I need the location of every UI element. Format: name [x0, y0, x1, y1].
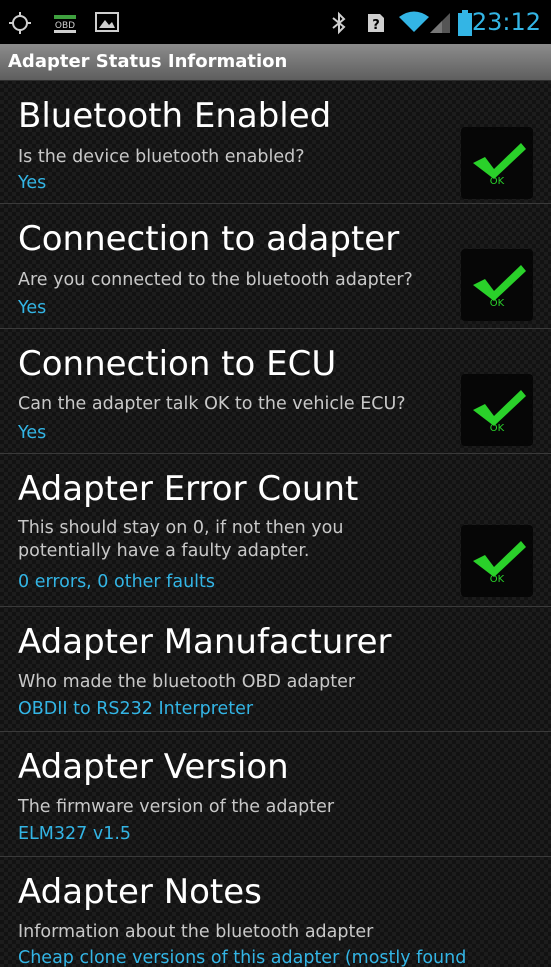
item-description: Can the adapter talk OK to the vehicle E…: [18, 394, 406, 414]
item-description: Information about the bluetooth adapter: [18, 922, 374, 942]
ok-label: OK: [489, 298, 505, 309]
item-description: Who made the bluetooth OBD adapter: [18, 672, 356, 692]
checkmark-icon: [473, 143, 526, 179]
item-title: Adapter Version: [18, 747, 289, 787]
list-item-bluetooth-enabled[interactable]: Bluetooth Enabled Is the device bluetoot…: [0, 81, 551, 204]
item-title: Adapter Notes: [18, 872, 262, 912]
title-bar: Adapter Status Information: [0, 44, 551, 81]
item-description: The firmware version of the adapter: [18, 797, 335, 817]
svg-text:OBD: OBD: [55, 21, 75, 31]
wifi-icon: [399, 11, 429, 32]
svg-text:?: ?: [372, 18, 380, 33]
item-value: Yes: [18, 173, 47, 193]
item-value: 0 errors, 0 other faults: [18, 572, 216, 592]
list-item-adapter-manufacturer[interactable]: Adapter Manufacturer Who made the blueto…: [0, 607, 551, 732]
item-title: Adapter Manufacturer: [18, 622, 392, 662]
obd-icon: OBD: [54, 15, 76, 33]
item-title: Bluetooth Enabled: [18, 96, 332, 136]
list-item-connection-to-ecu[interactable]: Connection to ECU Can the adapter talk O…: [0, 329, 551, 454]
list-item-adapter-version[interactable]: Adapter Version The firmware version of …: [0, 732, 551, 857]
ok-status-icon: OK: [461, 525, 533, 597]
item-description: This should stay on 0, if not then you p…: [18, 518, 344, 561]
item-value: Yes: [18, 298, 47, 318]
status-bar: OBD ? 23:12: [0, 0, 551, 44]
item-description: Are you connected to the bluetooth adapt…: [18, 270, 413, 290]
item-title: Connection to adapter: [18, 219, 400, 259]
ok-label: OK: [489, 423, 505, 434]
image-icon: [95, 12, 119, 32]
ok-label: OK: [489, 574, 505, 585]
item-title: Connection to ECU: [18, 344, 337, 384]
checkmark-icon: [473, 265, 526, 301]
clock: 23:12: [471, 8, 541, 36]
item-value: Yes: [18, 423, 47, 443]
item-title: Adapter Error Count: [18, 469, 359, 509]
item-description: Is the device bluetooth enabled?: [18, 147, 305, 167]
bluetooth-icon: [332, 11, 346, 35]
checkmark-icon: [473, 390, 526, 426]
signal-icon: [430, 13, 450, 33]
ok-status-icon: OK: [461, 374, 533, 446]
unknown-sim-icon: ?: [368, 14, 384, 33]
gps-icon: [9, 12, 31, 34]
battery-icon: [458, 10, 472, 36]
checkmark-icon: [473, 541, 526, 577]
ok-label: OK: [489, 176, 505, 187]
ok-status-icon: OK: [461, 249, 533, 321]
list-item-connection-to-adapter[interactable]: Connection to adapter Are you connected …: [0, 204, 551, 329]
item-value: OBDII to RS232 Interpreter: [18, 699, 254, 719]
page-title: Adapter Status Information: [8, 51, 288, 72]
ok-status-icon: OK: [461, 127, 533, 199]
item-value: ELM327 v1.5: [18, 824, 132, 844]
item-value: Cheap clone versions of this adapter (mo…: [18, 948, 467, 967]
list-item-adapter-notes[interactable]: Adapter Notes Information about the blue…: [0, 857, 551, 967]
list-item-adapter-error-count[interactable]: Adapter Error Count This should stay on …: [0, 454, 551, 607]
